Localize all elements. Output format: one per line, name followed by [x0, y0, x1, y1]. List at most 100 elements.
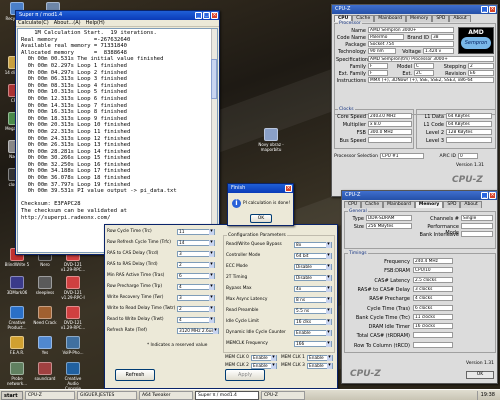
3dmark-icon[interactable]: 3DMark06 [4, 276, 30, 295]
tab-cache[interactable]: Cache [361, 201, 384, 208]
timing-select[interactable]: 3120 MHz 2.6us [177, 328, 219, 334]
apply-button[interactable]: Apply [225, 369, 265, 381]
reserved-note: * Indicates a reserved value [147, 343, 208, 348]
tab-memory[interactable]: Memory [406, 15, 433, 22]
dvd2-icon[interactable]: DVD-121 v1.29-RPC-I [60, 276, 86, 300]
superpi-titlebar[interactable]: Super π / mod1.4 _ □ × [16, 11, 219, 20]
memclk-select[interactable]: Enable [307, 363, 333, 369]
config-select[interactable]: 8x [294, 242, 332, 248]
memclk-label: MEM CLK 0 [225, 355, 249, 360]
timing-select[interactable]: 3 [177, 295, 215, 301]
a64-tweaker-window[interactable]: Row Cycle Time (Trc) 11 Row Refresh Cycle … [104, 224, 338, 389]
tab-mainboard[interactable]: Mainboard [383, 201, 415, 208]
timing-select[interactable]: 4 [177, 317, 215, 323]
timing-select[interactable]: 4 [177, 284, 215, 290]
output-line: Real memory =-267632640 [21, 36, 131, 43]
processor-selection-select[interactable]: CPU #1 [380, 153, 424, 159]
memclk-select[interactable]: Enable [307, 355, 333, 361]
memclk-select[interactable]: Enable [251, 355, 277, 361]
taskbar-item[interactable]: CPU-Z [261, 390, 305, 400]
menu-about[interactable]: About...(A) [54, 20, 81, 26]
probe-icon[interactable]: Probe network... [4, 362, 30, 386]
superpi-window[interactable]: Super π / mod1.4 _ □ × Calculate(C) Abou… [15, 10, 220, 255]
version-text: Version 1.31 [456, 163, 484, 168]
yes-icon[interactable]: Yes [32, 336, 58, 355]
icon-label: DVD-121 v1.29-RPC... [60, 320, 86, 330]
timing-select[interactable]: 11 [177, 229, 215, 235]
minimize-icon[interactable]: _ [481, 192, 488, 199]
timing-label: Row To Column (tRCD) [353, 342, 410, 349]
config-select[interactable]: Enable [294, 330, 332, 336]
creative-audio-icon[interactable]: Creative Audio Console [60, 362, 86, 389]
scrollbar[interactable] [211, 29, 217, 252]
config-select[interactable]: 64 bit [294, 253, 332, 259]
close-icon[interactable]: × [285, 185, 292, 192]
tab-spd[interactable]: SPD [443, 201, 461, 208]
close-icon[interactable]: × [211, 12, 218, 19]
group-title: Timings [348, 251, 368, 256]
taskbar-item[interactable]: CPU-Z [25, 390, 75, 400]
tab-memory[interactable]: Memory [414, 201, 444, 208]
menu-calculate[interactable]: Calculate(C) [18, 20, 49, 26]
cpuz-titlebar[interactable]: CPU-Z _ × [332, 5, 497, 14]
voip-icon[interactable]: VoIP-Pho... [60, 336, 86, 355]
config-select[interactable]: 4x [294, 286, 332, 292]
tab-spd[interactable]: SPD [432, 15, 450, 22]
creative-icon[interactable]: Creative Product... [4, 306, 30, 330]
sleepless-icon[interactable]: sleepless [32, 276, 58, 295]
timing-select[interactable]: 14 [177, 240, 215, 246]
ok-button[interactable]: OK [250, 214, 272, 223]
timing-select[interactable]: 3 [177, 251, 215, 257]
timing-select[interactable]: 6 [177, 273, 215, 279]
taskbar-item[interactable]: A64 Tweaker [139, 390, 193, 400]
fear-icon[interactable]: F.E.A.R. [4, 336, 30, 355]
minimize-icon[interactable]: _ [481, 6, 488, 13]
timing-select[interactable]: 2 [177, 306, 215, 312]
cpuz-cpu-window[interactable]: CPU-Z _ × CPU Cache Mainboard Memory SPD… [331, 4, 498, 197]
config-label: MEMCLK Frequency [226, 341, 268, 346]
tab-about[interactable]: About [460, 201, 482, 208]
novy-icon[interactable]: Novy obraz - maporbitu [258, 128, 284, 152]
bus-speed-value [368, 137, 412, 143]
name-value: AMD Sempron 3000+ [368, 27, 454, 33]
icon-label: Nero [40, 262, 50, 267]
close-icon[interactable]: × [489, 6, 496, 13]
output-line: 0h 00m 12.313s Loop 6 finished [21, 95, 127, 102]
minimize-icon[interactable]: _ [195, 12, 202, 19]
maximize-icon[interactable]: □ [203, 12, 210, 19]
config-select[interactable]: Disable [294, 264, 332, 270]
needcrack-icon[interactable]: Need Crack [32, 306, 58, 325]
timing-label: Read to Write Delay (Trwt) [107, 317, 164, 322]
soundcard-icon[interactable]: soundcard [32, 362, 58, 381]
clock[interactable]: 19:38 [476, 391, 498, 400]
timing-value: 11 clocks [413, 313, 453, 320]
config-select[interactable]: Disable [294, 275, 332, 281]
cpuz-memory-window[interactable]: CPU-Z _ × CPU Cache Mainboard Memory SPD… [341, 190, 498, 384]
config-select[interactable]: 8 ns [294, 297, 332, 303]
taskbar-item[interactable]: Super π / mod1.4 [195, 390, 259, 400]
dvd3-icon[interactable]: DVD-121 v1.29-RPC... [60, 306, 86, 330]
scrollbar-thumb[interactable] [211, 59, 217, 99]
menu-help[interactable]: Help(H) [86, 20, 105, 26]
config-select[interactable]: 166 [294, 341, 332, 347]
tab-cpu[interactable]: CPU [344, 201, 362, 208]
config-select[interactable]: 16 clks [294, 319, 332, 325]
taskbar-item[interactable]: GIGUER.JESTES [77, 390, 137, 400]
output-line: 0h 00m 32.250s Loop 16 finished [21, 161, 131, 168]
start-button[interactable]: start [1, 390, 23, 400]
timing-select[interactable]: 2 [177, 262, 215, 268]
cpuz-titlebar[interactable]: CPU-Z _ × [342, 191, 497, 200]
finish-titlebar[interactable]: Finish × [228, 184, 293, 193]
icon-label: Novy obraz - maporbitu [258, 142, 284, 152]
config-select[interactable]: 5.5 ns [294, 308, 332, 314]
icon-label: Creative Product... [7, 320, 27, 330]
close-icon[interactable]: × [489, 192, 496, 199]
tab-about[interactable]: About [449, 15, 471, 22]
ok-button[interactable]: OK [466, 371, 494, 379]
stepping-label: Stepping [443, 64, 466, 70]
tab-mainboard[interactable]: Mainboard [374, 15, 407, 22]
refresh-button[interactable]: Refresh [115, 369, 155, 381]
output-line: The checksum can be validated at [21, 208, 127, 215]
finish-dialog[interactable]: Finish × i PI calculation is done! OK [227, 183, 294, 226]
